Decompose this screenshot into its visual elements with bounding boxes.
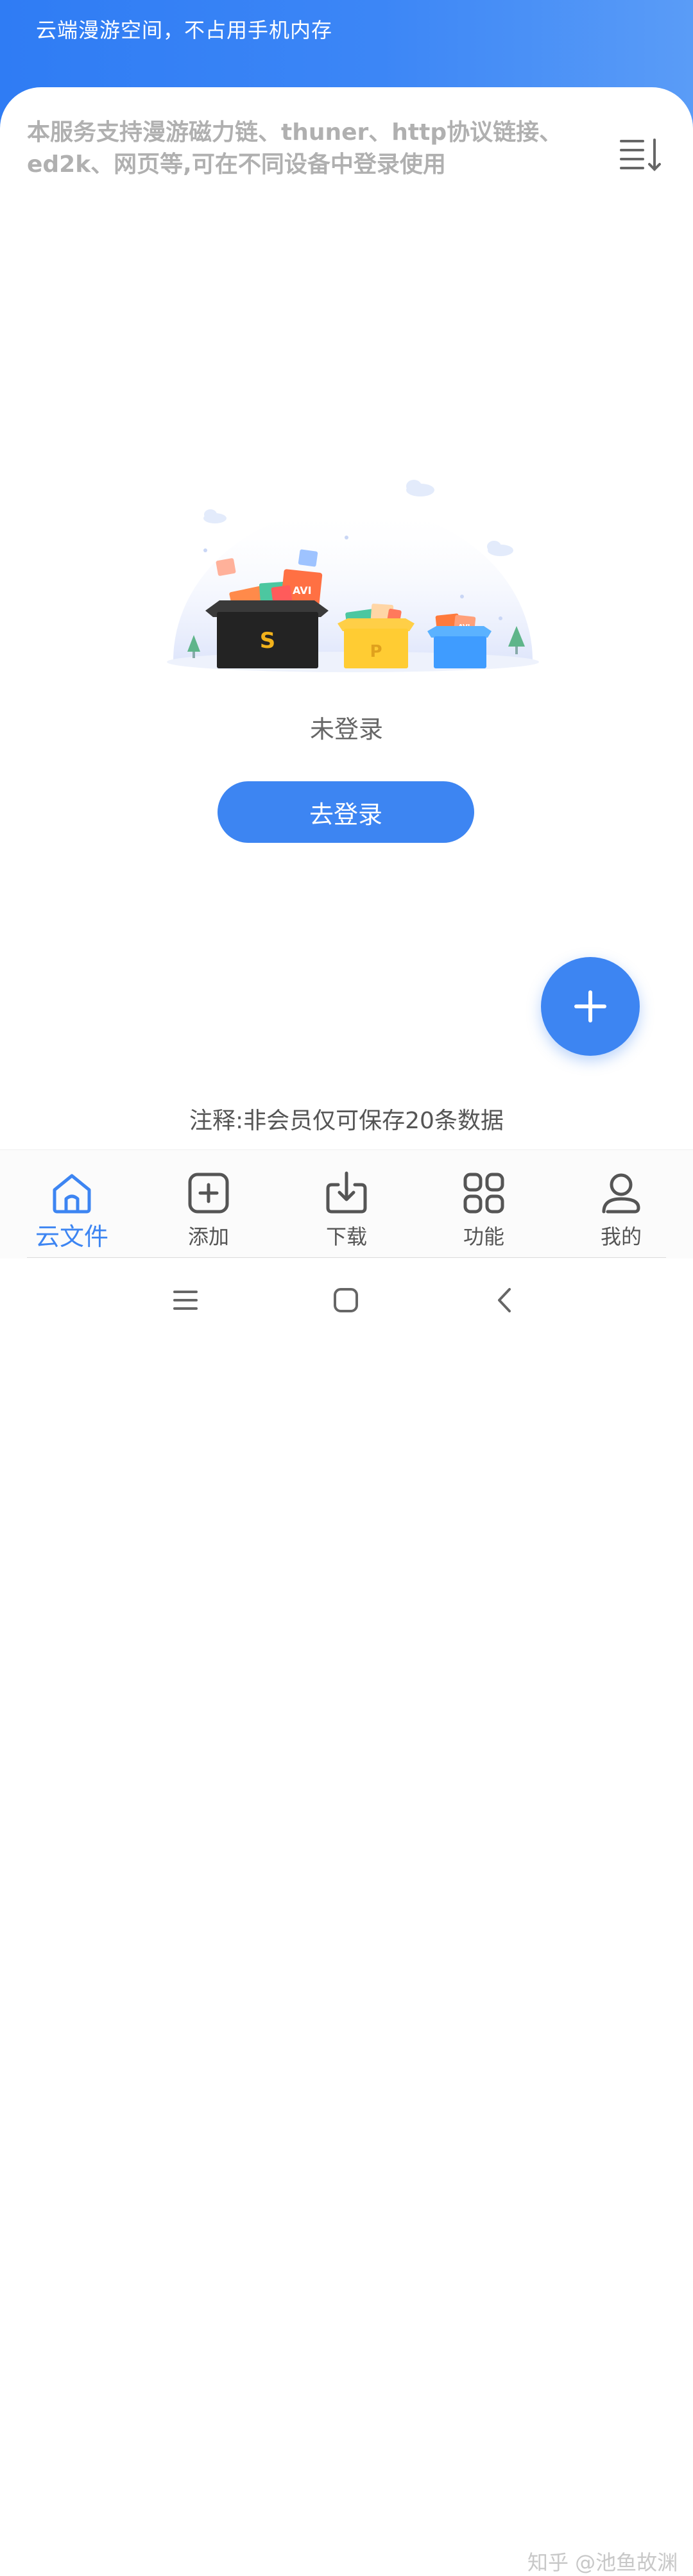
tab-label: 添加 (187, 1224, 229, 1249)
illustration-file-label: AVI (293, 584, 312, 597)
tab-label: 云文件 (35, 1223, 108, 1251)
system-menu-button[interactable] (163, 1278, 208, 1323)
add-fab-button[interactable] (541, 957, 640, 1056)
divider (27, 1257, 666, 1258)
member-note: 注释:非会员仅可保存20条数据 (189, 1108, 504, 1134)
back-icon (498, 1288, 511, 1312)
menu-icon (173, 1291, 198, 1310)
svg-text:P: P (370, 642, 382, 661)
sort-list-icon (620, 139, 661, 171)
tab-label: 下载 (325, 1224, 367, 1249)
system-back-button[interactable] (483, 1278, 527, 1323)
tab-cloud-files[interactable]: 云文件 (3, 1169, 141, 1253)
login-button[interactable]: 去登录 (218, 781, 474, 843)
tab-add[interactable]: 添加 (139, 1169, 278, 1253)
tab-label: 功能 (463, 1224, 504, 1249)
home-icon (53, 1174, 91, 1214)
system-navigation-bar: 知乎 @池鱼故渊 (0, 1258, 693, 2575)
download-icon (326, 1171, 367, 1214)
home-square-icon (334, 1288, 358, 1312)
service-description: 本服务支持漫游磁力链、thuner、http协议链接、ed2k、网页等,可在不同… (27, 119, 563, 178)
tab-mine[interactable]: 我的 (552, 1169, 690, 1253)
tab-features[interactable]: 功能 (415, 1169, 553, 1253)
bottom-tab-bar: 云文件 添加 下载 功能 我的 (0, 1149, 693, 1259)
header-title: 云端漫游空间，不占用手机内存 (36, 18, 333, 42)
tab-label: 我的 (600, 1224, 642, 1249)
empty-boxes-illustration: AVI S MP P AVI (167, 480, 539, 672)
sort-button[interactable] (619, 136, 666, 174)
login-status: 未登录 (309, 715, 383, 743)
system-home-button[interactable] (323, 1278, 368, 1323)
grid-icon (463, 1173, 504, 1214)
tab-download[interactable]: 下载 (277, 1169, 416, 1253)
user-icon (602, 1173, 640, 1214)
add-square-icon (188, 1173, 229, 1214)
svg-text:S: S (260, 628, 276, 654)
watermark: 知乎 @池鱼故渊 (527, 2550, 678, 2575)
plus-icon (574, 990, 606, 1022)
